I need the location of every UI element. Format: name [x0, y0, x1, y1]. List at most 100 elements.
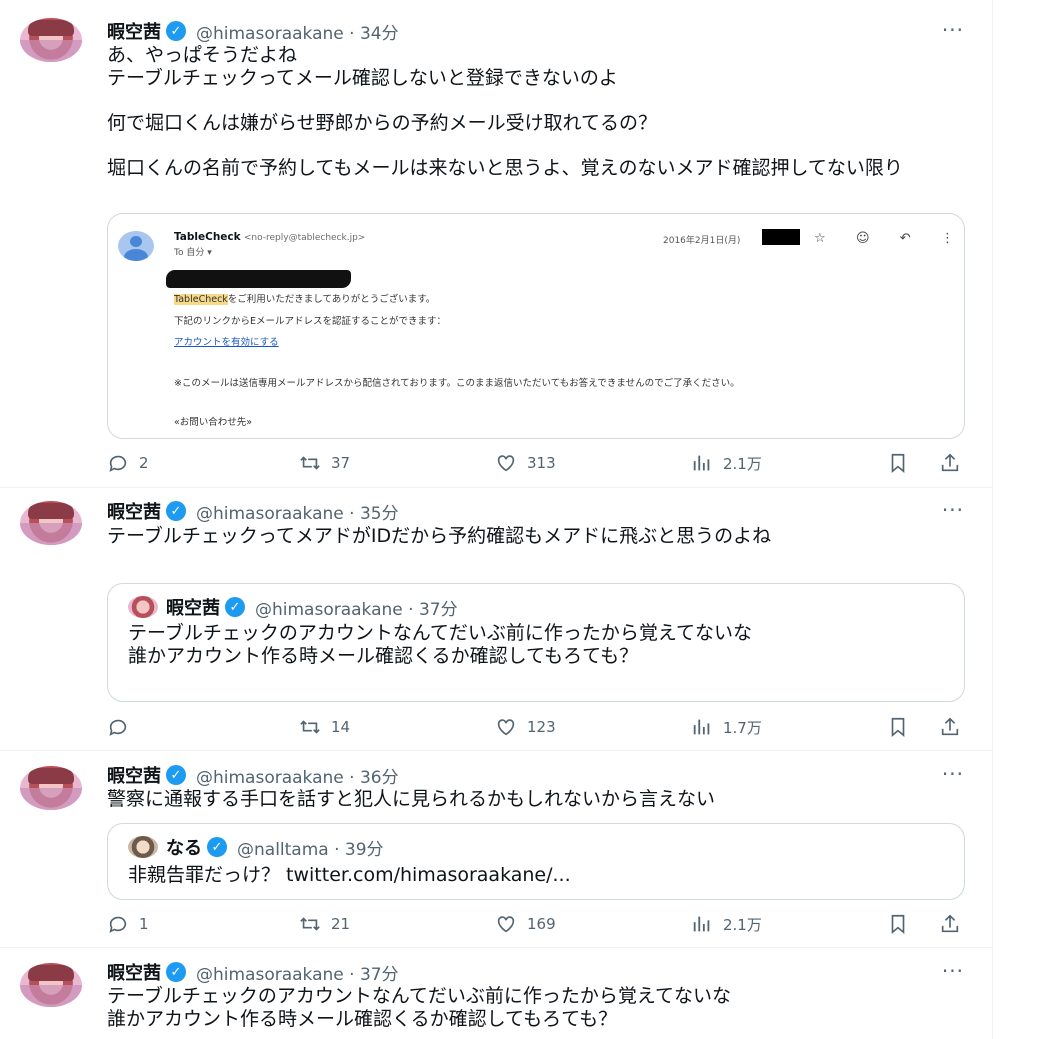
heart-icon [497, 916, 515, 933]
quote-header: 暇空茜 ✓ @himasoraakane · 37分 [128, 594, 458, 620]
bookmark-button[interactable] [887, 450, 909, 476]
handle-and-time[interactable]: @himasoraakane · 35分 [196, 499, 399, 524]
verified-badge-icon: ✓ [225, 597, 245, 617]
email-date: 2016年2月1日(月) [663, 236, 741, 246]
tweet[interactable]: 暇空茜 ✓ @himasoraakane · 37分 ··· テーブルチェックの… [0, 947, 992, 1039]
views-button[interactable]: 1.7万 [691, 714, 762, 740]
retweet-icon [300, 917, 320, 931]
views-chart-icon [693, 916, 710, 932]
tweet-header: 暇空茜 ✓ @himasoraakane · 35分 [107, 498, 399, 524]
heart-icon [497, 719, 515, 736]
bookmark-icon [891, 914, 905, 935]
reply-icon [109, 916, 127, 933]
like-button[interactable]: 313 [495, 450, 556, 476]
tweet-text: 警察に通報する手口を話すと犯人に見られるかもしれないから言えない [107, 788, 716, 810]
share-icon [941, 914, 959, 933]
reply-button[interactable]: 1 [107, 911, 149, 937]
reply-icon [109, 719, 127, 736]
bookmark-icon [891, 717, 905, 738]
display-name[interactable]: 暇空茜 [107, 959, 161, 985]
handle-and-time: @nalltama · 39分 [237, 839, 384, 860]
retweet-icon [300, 720, 320, 734]
display-name[interactable]: 暇空茜 [107, 762, 161, 788]
share-button[interactable] [939, 450, 961, 476]
more-options-icon[interactable]: ··· [942, 498, 964, 522]
share-icon [941, 717, 959, 736]
share-button[interactable] [939, 714, 961, 740]
share-button[interactable] [939, 911, 961, 937]
handle-and-time[interactable]: @himasoraakane · 36分 [196, 763, 399, 788]
reply-icon [109, 455, 127, 472]
tweet-text: あ、やっぱそうだよね テーブルチェックってメール確認しないと登録できないのよ 何… [107, 44, 903, 179]
quote-text: 非親告罪だっけ？ twitter.com/himasoraakane/... [128, 864, 571, 886]
redaction-box [762, 229, 800, 245]
action-bar: 1 21 169 2.1万 [107, 911, 967, 937]
email-recipient: To 自分 ▾ [174, 248, 212, 258]
action-bar: 14 123 1.7万 [107, 714, 967, 740]
display-name[interactable]: 暇空茜 [107, 18, 161, 44]
heart-icon [497, 455, 515, 472]
reply-icon: ↶ [899, 231, 911, 246]
bookmark-button[interactable] [887, 714, 909, 740]
quote-header: なる ✓ @nalltama · 39分 [128, 834, 384, 860]
display-name: 暇空茜 [166, 598, 220, 619]
verified-badge-icon: ✓ [166, 765, 186, 785]
more-options-icon[interactable]: ··· [942, 959, 964, 983]
share-icon [941, 453, 959, 472]
bookmark-icon [891, 453, 905, 474]
email-instruction: 下記のリンクからEメールアドレスを認証することができます： [174, 316, 447, 327]
handle-and-time[interactable]: @himasoraakane · 34分 [196, 19, 399, 44]
like-button[interactable]: 123 [495, 714, 556, 740]
tweet[interactable]: 暇空茜 ✓ @himasoraakane · 36分 ··· 警察に通報する手口… [0, 750, 992, 948]
avatar[interactable] [20, 501, 82, 545]
views-button[interactable]: 2.1万 [691, 450, 762, 476]
attached-image-email[interactable]: TableCheck <no-reply@tablecheck.jp> To 自… [107, 213, 965, 439]
action-bar: 2 37 313 2.1万 [107, 450, 967, 476]
email-sender: TableCheck <no-reply@tablecheck.jp> [174, 231, 366, 243]
retweet-button[interactable]: 14 [299, 714, 350, 740]
handle-and-time: @himasoraakane · 37分 [255, 599, 458, 620]
verified-badge-icon: ✓ [166, 21, 186, 41]
reply-button[interactable] [107, 714, 139, 740]
tweet[interactable]: 暇空茜 ✓ @himasoraakane · 35分 ··· テーブルチェックっ… [0, 487, 992, 751]
quoted-tweet[interactable]: 暇空茜 ✓ @himasoraakane · 37分 テーブルチェックのアカウン… [107, 583, 965, 702]
tweet-header: 暇空茜 ✓ @himasoraakane · 34分 [107, 18, 399, 44]
views-button[interactable]: 2.1万 [691, 911, 762, 937]
verified-badge-icon: ✓ [166, 962, 186, 982]
avatar [128, 836, 158, 858]
email-notice: ※このメールは送信専用メールアドレスから配信されております。このまま返信いただい… [174, 378, 740, 389]
tweet-header: 暇空茜 ✓ @himasoraakane · 37分 [107, 959, 399, 985]
more-vert-icon: ⋮ [940, 231, 954, 246]
timeline: 暇空茜 ✓ @himasoraakane · 34分 ··· あ、やっぱそうだよ… [0, 0, 993, 1039]
emoji-icon: ☺ [855, 231, 870, 246]
avatar[interactable] [20, 766, 82, 810]
views-chart-icon [693, 455, 710, 471]
email-activate-link: アカウントを有効にする [174, 337, 279, 348]
sender-avatar-icon [118, 231, 154, 261]
reply-button[interactable]: 2 [107, 450, 149, 476]
avatar [128, 596, 158, 618]
verified-badge-icon: ✓ [166, 501, 186, 521]
retweet-button[interactable]: 21 [299, 911, 350, 937]
email-toolbar: ☆ ☺ ↶ ⋮ [814, 231, 954, 246]
handle-and-time[interactable]: @himasoraakane · 37分 [196, 960, 399, 985]
email-contact: «お問い合わせ先» [174, 417, 253, 428]
avatar[interactable] [20, 18, 82, 62]
bookmark-button[interactable] [887, 911, 909, 937]
tweet-header: 暇空茜 ✓ @himasoraakane · 36分 [107, 762, 399, 788]
tweet[interactable]: 暇空茜 ✓ @himasoraakane · 34分 ··· あ、やっぱそうだよ… [0, 0, 992, 488]
quoted-tweet[interactable]: なる ✓ @nalltama · 39分 非親告罪だっけ？ twitter.co… [107, 823, 965, 900]
redaction-scribble [166, 270, 351, 288]
more-options-icon[interactable]: ··· [942, 762, 964, 786]
avatar[interactable] [20, 963, 82, 1007]
display-name: なる [166, 838, 202, 859]
retweet-button[interactable]: 37 [299, 450, 350, 476]
display-name[interactable]: 暇空茜 [107, 498, 161, 524]
retweet-icon [300, 456, 320, 470]
more-options-icon[interactable]: ··· [942, 18, 964, 42]
quote-text: テーブルチェックのアカウントなんてだいぶ前に作ったから覚えてないな 誰かアカウン… [128, 622, 752, 667]
tweet-text: テーブルチェックのアカウントなんてだいぶ前に作ったから覚えてないな 誰かアカウン… [107, 985, 731, 1030]
email-greeting: TableCheckをご利用いただきましてありがとうございます。 [174, 294, 436, 305]
like-button[interactable]: 169 [495, 911, 556, 937]
views-chart-icon [693, 719, 710, 735]
